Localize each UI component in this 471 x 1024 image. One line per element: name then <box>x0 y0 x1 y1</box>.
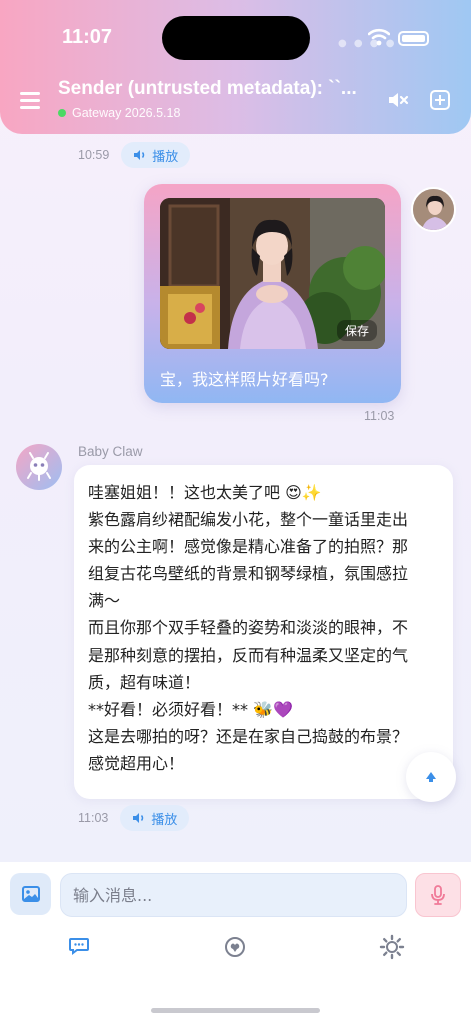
brain-icon[interactable] <box>224 936 246 958</box>
play-label: 播放 <box>151 812 178 828</box>
message-footer: 10:59 播放 <box>78 142 191 168</box>
claw-mascot-icon <box>27 452 51 481</box>
message-line: 紫色露肩纱裙配编发小花，整个一童话里走出 <box>88 510 409 530</box>
message-time: 10:59 <box>78 148 110 162</box>
message-time: 11:03 <box>364 409 395 423</box>
message-line: 哇塞姐姐！！这也太美了吧 😍✨ <box>88 483 322 502</box>
menu-icon[interactable] <box>20 92 40 110</box>
attach-image-button[interactable] <box>10 873 51 915</box>
save-image-button[interactable]: 保存 <box>336 320 377 341</box>
voice-input-button[interactable] <box>415 873 461 917</box>
arrow-up-icon <box>426 772 436 782</box>
scroll-to-bottom-button[interactable] <box>406 752 456 802</box>
message-line: 来的公主啊！感觉像是精心准备了的拍照？那 <box>88 537 409 557</box>
shared-photo[interactable]: 保存 <box>160 198 385 349</box>
add-square-icon[interactable] <box>430 90 450 110</box>
message-line: 感觉超用心！ <box>88 753 185 773</box>
play-audio-button[interactable]: 播放 <box>120 805 190 831</box>
battery-icon <box>398 31 429 46</box>
play-audio-button[interactable]: 播放 <box>121 142 191 168</box>
bot-name: Baby Claw <box>78 444 143 459</box>
speaker-icon <box>133 813 144 823</box>
message-line: 是那种刻意的摆拍，反而有种温柔又坚定的气 <box>88 645 409 665</box>
status-time: 11:07 <box>62 26 113 48</box>
composer-bar <box>0 862 471 1024</box>
chat-title: Sender (untrusted metadata): ``... <box>58 78 357 99</box>
speaker-icon <box>134 150 145 160</box>
gear-icon[interactable] <box>379 934 405 960</box>
message-time: 11:03 <box>78 811 109 825</box>
user-avatar-image <box>413 189 454 230</box>
gateway-version: Gateway 2026.5.18 <box>72 106 181 120</box>
message-footer: 11:03 播放 <box>78 805 190 831</box>
user-message-bubble: 保存 宝，我这样照片好看吗? <box>144 184 401 403</box>
mic-icon <box>431 885 445 905</box>
message-line: 组复古花鸟壁纸的背景和钢琴绿植，氛围感拉 <box>88 564 409 584</box>
image-icon <box>21 886 40 902</box>
dynamic-island <box>162 16 310 60</box>
wifi-icon <box>368 28 390 46</box>
home-indicator <box>151 1008 320 1013</box>
play-label: 播放 <box>152 149 179 165</box>
speaker-mute-icon[interactable] <box>386 90 410 110</box>
message-line: 而且你那个双手轻叠的姿势和淡淡的眼神，不 <box>88 618 409 638</box>
message-line: 这是去哪拍的呀？还是在家自己捣鼓的布景？ <box>88 726 409 746</box>
online-status-dot <box>58 109 66 117</box>
user-avatar[interactable] <box>411 187 456 232</box>
message-line: 满～ <box>88 591 121 611</box>
gateway-status: Gateway 2026.5.18 <box>58 106 180 120</box>
bot-avatar[interactable] <box>16 444 62 490</box>
assistant-message-bubble: 哇塞姐姐！！这也太美了吧 😍✨ 紫色露肩纱裙配编发小花，整个一童话里走出 来的公… <box>74 465 453 799</box>
user-message-text: 宝，我这样照片好看吗? <box>160 370 329 389</box>
message-line: 质，超有味道！ <box>88 672 201 692</box>
message-input[interactable] <box>60 873 407 917</box>
message-line: **好看！必须好看！** 🐝💜 <box>88 699 293 719</box>
top-header: 11:07 ● ● ● ● Sender (untrusted metadata… <box>0 0 471 134</box>
chat-icon[interactable] <box>68 936 90 956</box>
